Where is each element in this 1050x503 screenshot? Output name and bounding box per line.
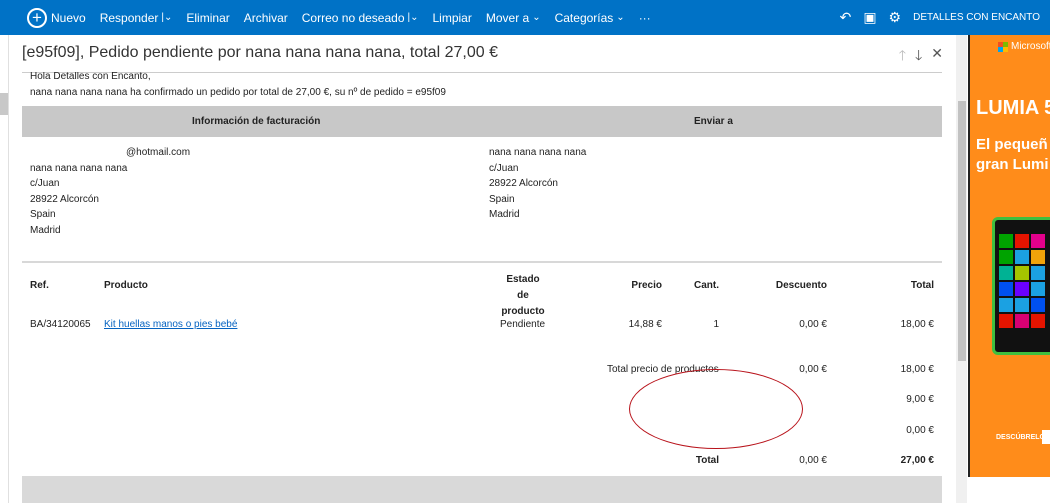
folder-pane-edge — [0, 35, 9, 503]
new-label: Nuevo — [51, 10, 86, 25]
selected-folder-marker — [0, 93, 8, 115]
scrollbar[interactable] — [956, 35, 967, 503]
row-ref: BA/34120065 — [30, 319, 91, 330]
chat-icon[interactable]: ▣ — [863, 9, 876, 26]
sweep-button[interactable]: Limpiar — [432, 11, 471, 25]
shipping-line: Spain — [489, 193, 515, 205]
gear-icon[interactable]: ⚙ — [889, 9, 902, 26]
archive-button[interactable]: Archivar — [244, 11, 288, 25]
grand-total-label: Total — [695, 455, 719, 466]
column-header-product: Producto — [104, 280, 148, 291]
footer-band — [22, 476, 942, 503]
grand-discount: 0,00 € — [799, 455, 827, 466]
shipping-line: 28922 Alcorcón — [489, 178, 558, 190]
billing-header: Información de facturación — [192, 116, 321, 127]
shipping-header: Enviar a — [694, 116, 733, 127]
column-header-price: Precio — [631, 280, 662, 291]
undo-icon[interactable]: ↶ — [840, 9, 852, 26]
annotation-ellipse — [629, 369, 803, 449]
ad-tagline-line: gran Lumi — [976, 156, 1049, 173]
row-status: Pendiente — [500, 319, 546, 330]
column-header-status-line: producto — [501, 306, 545, 317]
intro-text: nana nana nana nana ha confirmado un ped… — [30, 87, 446, 98]
plus-icon: + — [27, 7, 47, 28]
ad-tagline: El pequeñ gran Lumi — [976, 135, 1049, 175]
shipping-line: c/Juan — [489, 162, 519, 174]
billing-line: 28922 Alcorcón — [30, 193, 99, 205]
column-header-ref: Ref. — [30, 280, 49, 291]
phone-image — [992, 217, 1050, 355]
toolbar-right: ↶ ▣ ⚙ DETALLES CON ENCANTO — [840, 0, 1050, 35]
message-subject: [e95f09], Pedido pendiente por nana nana… — [22, 44, 498, 61]
column-header-total: Total — [910, 280, 934, 291]
column-header-status-line: Estado de — [506, 274, 540, 301]
arrow-up-icon[interactable]: 🡑 — [899, 45, 906, 69]
ad-cta-box[interactable] — [1042, 430, 1050, 444]
row-qty: 1 — [713, 319, 719, 330]
greeting-block: Hola Detalles con Encanto, nana nana nan… — [30, 72, 446, 101]
shipping-line: nana nana nana nana — [489, 147, 587, 158]
delete-label: Eliminar — [186, 10, 230, 25]
ad-brand: Microsoft — [1011, 41, 1050, 52]
reply-label: Responder — [99, 10, 159, 25]
shipping-address: nana nana nana nana c/Juan 28922 Alcorcó… — [489, 145, 586, 223]
billing-line: c/Juan — [30, 178, 60, 190]
billing-line: nana nana nana nana — [30, 162, 128, 174]
column-header-status: Estado de producto — [500, 272, 546, 320]
extra-total: 0,00 € — [906, 425, 934, 436]
move-label: Mover a — [485, 10, 530, 25]
row-total: 18,00 € — [900, 319, 934, 330]
advertisement[interactable]: Microsoft LUMIA 53 El pequeñ gran Lumi D… — [968, 35, 1050, 477]
product-link[interactable]: Kit huellas manos o pies bebé — [104, 319, 237, 330]
more-icon: ··· — [638, 10, 651, 25]
chevron-down-icon[interactable]: |⌄ — [161, 12, 172, 23]
billing-email: @hotmail.com — [126, 147, 191, 158]
billing-line: Madrid — [30, 224, 61, 236]
windows-logo-icon — [998, 41, 1008, 52]
chevron-down-icon: ⌄ — [616, 12, 625, 23]
user-name[interactable]: DETALLES CON ENCANTO — [913, 12, 1040, 23]
archive-label: Archivar — [243, 10, 288, 25]
products-total: 18,00 € — [900, 364, 934, 375]
microsoft-logo: Microsoft — [998, 41, 1050, 52]
message-body: Hola Detalles con Encanto, nana nana nan… — [22, 72, 942, 503]
categories-label: Categorías — [554, 10, 614, 25]
message-navigation: 🡑 🡓 ✕ — [899, 45, 943, 69]
more-button[interactable]: ··· — [639, 11, 651, 25]
junk-button[interactable]: Correo no deseado |⌄ — [302, 11, 419, 25]
row-price: 14,88 € — [628, 319, 662, 330]
scrollbar-thumb[interactable] — [958, 101, 966, 361]
arrow-down-icon[interactable]: 🡓 — [915, 45, 922, 69]
new-button[interactable]: + Nuevo — [0, 7, 86, 28]
divider — [22, 261, 942, 263]
chevron-down-icon[interactable]: |⌄ — [408, 12, 419, 23]
top-toolbar: + Nuevo Responder |⌄ Eliminar Archivar C… — [0, 0, 1050, 35]
ad-tagline-line: El pequeñ — [976, 136, 1048, 153]
shipping-line: Madrid — [489, 209, 520, 221]
billing-line: Spain — [30, 209, 56, 221]
column-header-qty: Cant. — [694, 280, 719, 291]
greeting-text: Hola Detalles con Encanto, — [30, 72, 151, 82]
close-icon[interactable]: ✕ — [931, 45, 943, 69]
delete-button[interactable]: Eliminar — [186, 11, 229, 25]
ad-title: LUMIA 53 — [976, 97, 1050, 119]
categories-button[interactable]: Categorías ⌄ — [555, 11, 625, 25]
address-header: Información de facturación Enviar a — [22, 106, 942, 137]
sweep-label: Limpiar — [432, 10, 472, 25]
chevron-down-icon: ⌄ — [532, 12, 541, 23]
billing-address: @hotmail.com nana nana nana nana c/Juan … — [30, 145, 190, 239]
move-button[interactable]: Mover a ⌄ — [486, 11, 541, 25]
shipping-total: 9,00 € — [906, 394, 934, 405]
reply-button[interactable]: Responder |⌄ — [100, 11, 173, 25]
grand-total: 27,00 € — [900, 455, 934, 466]
ad-cta[interactable]: DESCÚBRELO — [996, 434, 1045, 441]
column-header-discount: Descuento — [775, 280, 827, 291]
row-discount: 0,00 € — [799, 319, 827, 330]
junk-label: Correo no deseado — [301, 10, 405, 25]
